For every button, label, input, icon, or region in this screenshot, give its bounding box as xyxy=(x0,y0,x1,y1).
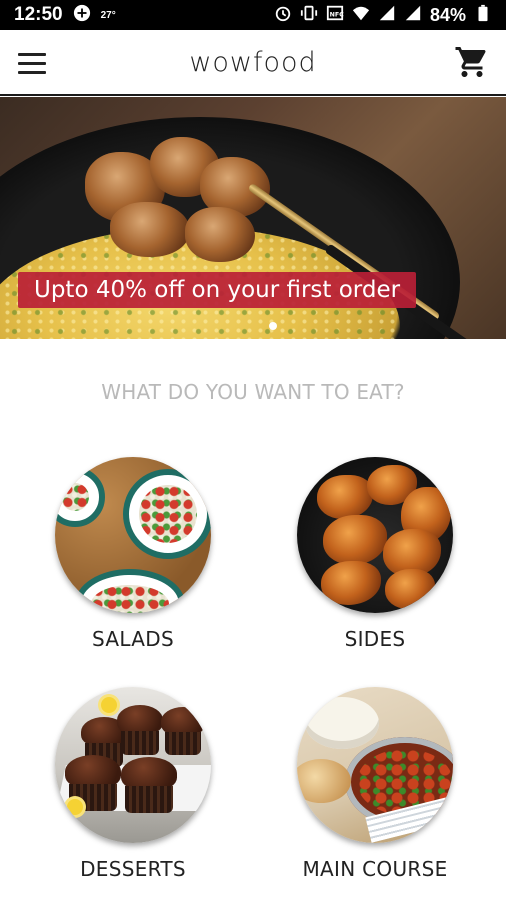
category-label: SIDES xyxy=(344,627,406,651)
sides-image xyxy=(297,457,453,613)
status-time: 12:50 xyxy=(14,4,63,25)
hamburger-menu-icon[interactable] xyxy=(18,50,48,76)
promo-banner[interactable]: Upto 40% off on your first order xyxy=(0,97,506,339)
shopping-cart-icon[interactable] xyxy=(454,44,490,80)
category-sides[interactable]: SIDES xyxy=(265,457,485,651)
nfc-icon: NFC xyxy=(326,4,344,27)
category-label: DESSERTS xyxy=(80,857,186,881)
category-desserts[interactable]: DESSERTS xyxy=(23,687,243,881)
vibrate-icon xyxy=(300,4,318,27)
category-salads[interactable]: SALADS xyxy=(23,457,243,651)
wifi-icon xyxy=(352,4,370,27)
alarm-icon xyxy=(274,4,292,27)
carousel-indicator-dot[interactable] xyxy=(269,322,277,330)
app-title: wowfood xyxy=(189,46,317,78)
battery-icon xyxy=(474,4,492,27)
status-right: NFC 84% xyxy=(274,4,492,27)
section-prompt: WHAT DO YOU WANT TO EAT? xyxy=(101,380,405,404)
temperature-label: 27° xyxy=(100,9,116,21)
category-label: MAIN COURSE xyxy=(302,857,448,881)
category-main-course[interactable]: MAIN COURSE xyxy=(265,687,485,881)
svg-text:NFC: NFC xyxy=(330,11,344,18)
salads-image xyxy=(55,457,211,613)
desserts-image xyxy=(55,687,211,843)
battery-percent: 84% xyxy=(429,4,466,25)
main-course-image xyxy=(297,687,453,843)
signal-icon xyxy=(378,4,396,27)
promo-label: Upto 40% off on your first order xyxy=(18,272,417,308)
status-bar: 12:50 27° NFC 84% xyxy=(0,0,506,30)
gamepad-icon xyxy=(73,4,91,27)
chicken-piece xyxy=(185,207,255,262)
signal-icon xyxy=(404,4,422,27)
chicken-piece xyxy=(110,202,190,257)
app-bar: wowfood xyxy=(0,30,506,96)
status-left: 12:50 27° xyxy=(14,4,116,27)
category-label: SALADS xyxy=(92,627,174,651)
